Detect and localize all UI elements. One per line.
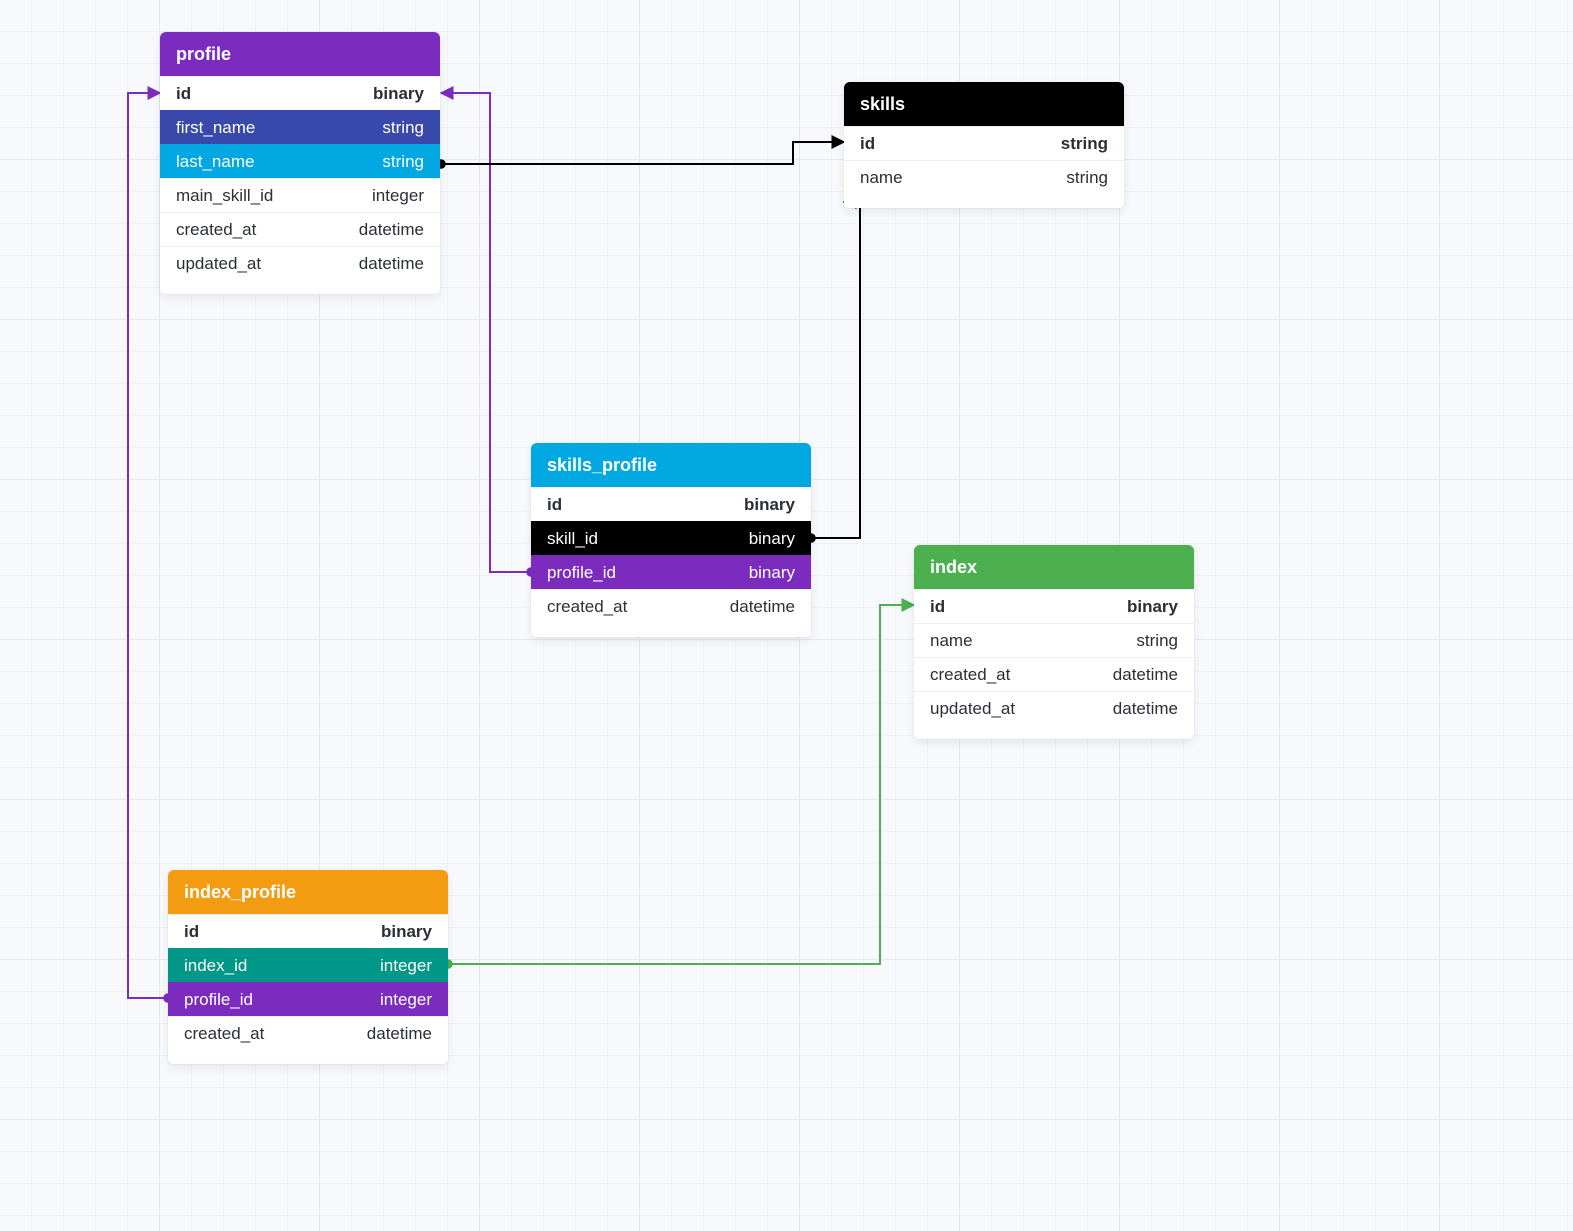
field-profile-updated-at[interactable]: updated_at datetime <box>160 246 440 280</box>
table-skills-header[interactable]: skills <box>844 82 1124 126</box>
field-skillsprofile-id[interactable]: id binary <box>531 487 811 521</box>
table-profile-header[interactable]: profile <box>160 32 440 76</box>
field-profile-id[interactable]: id binary <box>160 76 440 110</box>
table-skills-profile-header[interactable]: skills_profile <box>531 443 811 487</box>
table-skills-profile-footer <box>531 623 811 637</box>
table-skills[interactable]: skills id string name string <box>844 82 1124 208</box>
table-skills-profile-title: skills_profile <box>547 455 657 475</box>
table-index-profile-title: index_profile <box>184 882 296 902</box>
table-profile-footer <box>160 280 440 294</box>
field-profile-first-name[interactable]: first_name string <box>160 110 440 144</box>
field-index-created-at[interactable]: created_at datetime <box>914 657 1194 691</box>
field-profile-created-at[interactable]: created_at datetime <box>160 212 440 246</box>
table-index-title: index <box>930 557 977 577</box>
field-index-id[interactable]: id binary <box>914 589 1194 623</box>
table-skills-title: skills <box>860 94 905 114</box>
table-profile-title: profile <box>176 44 231 64</box>
table-skills-footer <box>844 194 1124 208</box>
edge-profile-skills <box>441 142 844 164</box>
edge-skillsprofile-profile <box>441 93 531 572</box>
table-index-profile-footer <box>168 1050 448 1064</box>
table-index-profile-header[interactable]: index_profile <box>168 870 448 914</box>
field-index-name[interactable]: name string <box>914 623 1194 657</box>
table-profile[interactable]: profile id binary first_name string last… <box>160 32 440 294</box>
field-profile-main-skill-id[interactable]: main_skill_id integer <box>160 178 440 212</box>
field-skillsprofile-created-at[interactable]: created_at datetime <box>531 589 811 623</box>
field-indexprofile-created-at[interactable]: created_at datetime <box>168 1016 448 1050</box>
field-skills-id[interactable]: id string <box>844 126 1124 160</box>
table-skills-profile[interactable]: skills_profile id binary skill_id binary… <box>531 443 811 637</box>
table-index-header[interactable]: index <box>914 545 1194 589</box>
field-indexprofile-index-id[interactable]: index_id integer <box>168 948 448 982</box>
table-index-footer <box>914 725 1194 739</box>
edge-indexprofile-index <box>448 605 914 964</box>
field-profile-last-name[interactable]: last_name string <box>160 144 440 178</box>
field-indexprofile-profile-id[interactable]: profile_id integer <box>168 982 448 1016</box>
field-skillsprofile-profile-id[interactable]: profile_id binary <box>531 555 811 589</box>
field-index-updated-at[interactable]: updated_at datetime <box>914 691 1194 725</box>
field-skillsprofile-skill-id[interactable]: skill_id binary <box>531 521 811 555</box>
table-index[interactable]: index id binary name string created_at d… <box>914 545 1194 739</box>
field-indexprofile-id[interactable]: id binary <box>168 914 448 948</box>
edge-skillsprofile-skills <box>811 202 860 538</box>
table-index-profile[interactable]: index_profile id binary index_id integer… <box>168 870 448 1064</box>
field-skills-name[interactable]: name string <box>844 160 1124 194</box>
